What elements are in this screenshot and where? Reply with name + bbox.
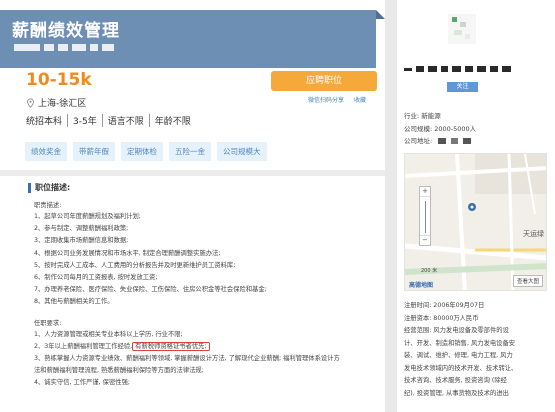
business-scope-line: 纪), 投资管理, 从事货物及技术的进出 (404, 389, 509, 397)
business-scope-line: 装、调试、维护、修理, 电力工程, 风力 (404, 352, 513, 359)
favorite-link[interactable]: 收藏 (354, 95, 366, 104)
list-item: 1、起草公司年度薪酬规划及福利计划; (34, 213, 141, 220)
map-marker-icon[interactable] (467, 202, 477, 212)
view-larger-map-button[interactable]: 查看大图 (512, 275, 543, 287)
job-title-banner: 薪酬绩效管理 (0, 10, 385, 68)
list-item: 法和薪酬福利管理流程, 熟悉薪酬福利保险等方面的法律法规; (34, 367, 204, 375)
company-address: 公司地址: (404, 135, 476, 148)
company-size: 公司规模: 2000-5000人 (404, 124, 477, 133)
req-education: 统招本科 (26, 117, 63, 127)
list-item: 2、参与制定、调整薪酬福利政策; (34, 225, 129, 233)
registration-date: 注册时间: 2006年09月07日 (404, 302, 485, 309)
requirements-label: 任职要求: (34, 319, 62, 327)
map-scale: 200 米 (421, 268, 438, 274)
list-item: 3、定期收集市场薪酬信息和数据; (34, 237, 129, 245)
benefit-tags: 绩效奖金 带薪年假 定期体检 五险一金 公司规模大 (25, 142, 267, 161)
business-scope-line: 发电技术领域内的技术开发、技术转让、 (404, 364, 518, 372)
wechat-share-link[interactable]: 微信扫码分享 (308, 95, 344, 104)
company-logo (448, 14, 476, 44)
list-item: 1、人力资源管理或相关专业本科以上学历, 行业不限; (34, 330, 183, 338)
map-zoom-control: + − (419, 186, 431, 246)
share-links: 微信扫码分享 收藏 (308, 95, 366, 104)
duties-list: 1、起草公司年度薪酬规划及福利计划; 2、参与制定、调整薪酬福利政策; 3、定期… (34, 211, 378, 309)
job-title: 薪酬绩效管理 (12, 21, 120, 41)
job-description: 职位描述: 职责描述: 1、起草公司年度薪酬规划及福利计划; 2、参与制定、调整… (28, 183, 378, 390)
req-experience: 3-5年 (67, 114, 97, 127)
zoom-slider[interactable] (420, 196, 430, 236)
section-divider (0, 170, 385, 176)
benefit-tag: 五险一金 (169, 142, 211, 161)
list-item: 6、制作公司每月的工资报表, 按时发放工资; (34, 274, 158, 282)
benefit-tag: 带薪年假 (73, 142, 115, 161)
location-pin-icon (27, 97, 34, 108)
company-name-blurred (14, 44, 114, 54)
company-registration: 注册时间: 2006年09月07日 注册资本: 80000万人民币 经营范围: … (404, 300, 552, 400)
job-detail-panel: 薪酬绩效管理 10-15k 应聘职位 微信扫码分享 收藏 上海-徐汇区 统招本科… (0, 0, 385, 412)
req-language: 语言不限 (101, 114, 144, 127)
req2-text: 2、3年以上薪酬福利管理工作经验, (34, 342, 133, 350)
list-item: 5、按时完成人工成本、人工费用的分析报告并及时更新维护员工资料库; (34, 261, 236, 269)
follow-button[interactable]: 关注 (447, 82, 478, 92)
salary: 10-15k (26, 70, 92, 90)
job-requirements-summary: 统招本科 3-5年 语言不限 年龄不限 (26, 114, 191, 127)
apply-button[interactable]: 应聘职位 (271, 71, 377, 91)
zoom-in-button[interactable]: + (420, 187, 430, 196)
req-age: 年龄不限 (148, 114, 191, 127)
map-brand: 高德地图 (409, 282, 434, 289)
list-item: 8、其他与薪酬相关的工作。 (34, 298, 114, 306)
company-panel: 关注 行业: 新能源 公司规模: 2000-5000人 公司地址: + − 天运… (397, 0, 555, 412)
list-item: 4、诚实守信, 工作严谨, 保密性强; (34, 379, 130, 387)
list-item: 2、3年以上薪酬福利管理工作经验, 有薪税师资格证书者优先; (34, 341, 378, 353)
banner-fold (376, 10, 385, 19)
business-scope-line: 计、开发、制造和销售, 风力发电设备安 (404, 339, 516, 347)
highlighted-requirement: 有薪税师资格证书者优先; (132, 341, 210, 351)
company-industry: 行业: 新能源 (404, 112, 441, 120)
description-heading: 职位描述: (28, 183, 378, 193)
benefit-tag: 绩效奖金 (25, 142, 67, 161)
map-place-label: 天运绿 (523, 230, 544, 238)
list-item: 4、根据公司业务发展情况和市场水平, 制定合理薪酬调整实施办法; (34, 249, 221, 257)
list-item: 7、办理养老保险、医疗保险、失业保险、工伤保险、住房公积金等社会保险和基金; (34, 286, 267, 294)
location-text: 上海-徐汇区 (38, 99, 87, 109)
list-item: 3、熟练掌握人力资源专业绩效、薪酬福利等领域, 掌握薪酬设计方法, 了解现代企业… (34, 355, 340, 363)
company-info: 行业: 新能源 公司规模: 2000-5000人 公司地址: (404, 110, 476, 148)
benefit-tag: 公司规模大 (217, 142, 267, 161)
duties-label: 职责描述: (34, 202, 62, 209)
requirements-list: 1、人力资源管理或相关专业本科以上学历, 行业不限; 2、3年以上薪酬福利管理工… (34, 329, 378, 390)
company-name-blurred (404, 66, 511, 72)
registered-capital: 注册资本: 80000万人民币 (404, 314, 479, 322)
zoom-out-button[interactable]: − (420, 236, 430, 245)
company-map[interactable]: + − 天运绿 200 米 高德地图 查看大图 (404, 153, 547, 291)
benefit-tag: 定期体检 (121, 142, 163, 161)
job-location: 上海-徐汇区 (26, 96, 86, 109)
business-scope-line: 技术咨询、技术服务, 投资咨询 (除经 (404, 377, 507, 384)
business-scope-line: 经营范围: 风力发电设备及零部件的设 (404, 327, 509, 334)
